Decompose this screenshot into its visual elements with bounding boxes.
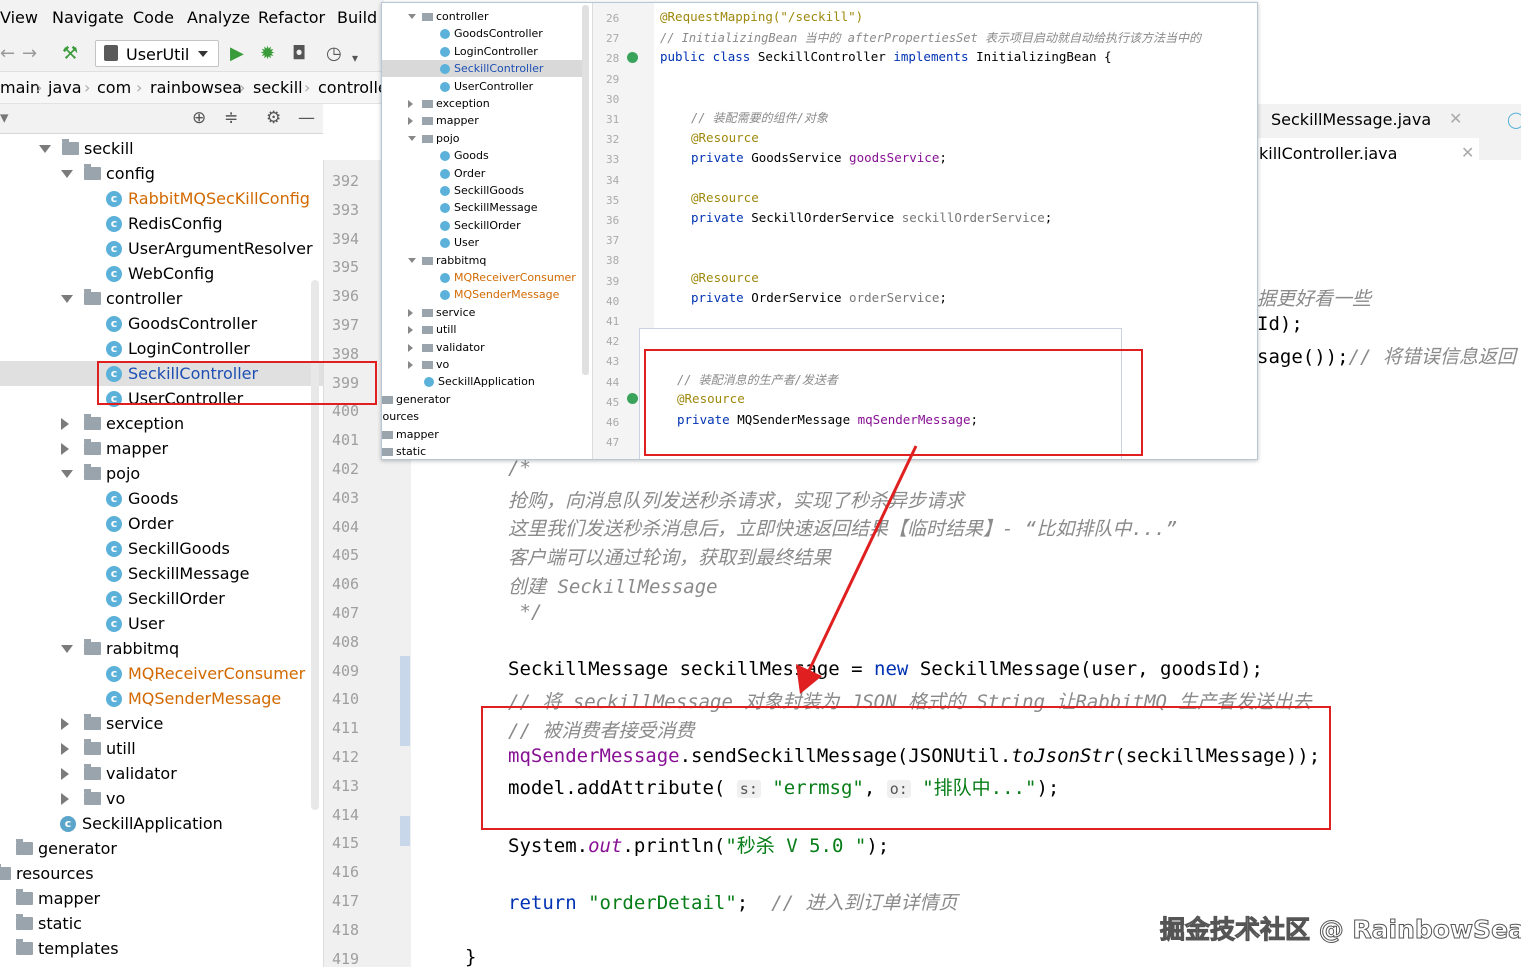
watermark: 掘金技术社区 @ RainbowSea — [1160, 915, 1521, 945]
arrow-line — [804, 445, 918, 678]
annotation-arrow — [796, 445, 918, 694]
